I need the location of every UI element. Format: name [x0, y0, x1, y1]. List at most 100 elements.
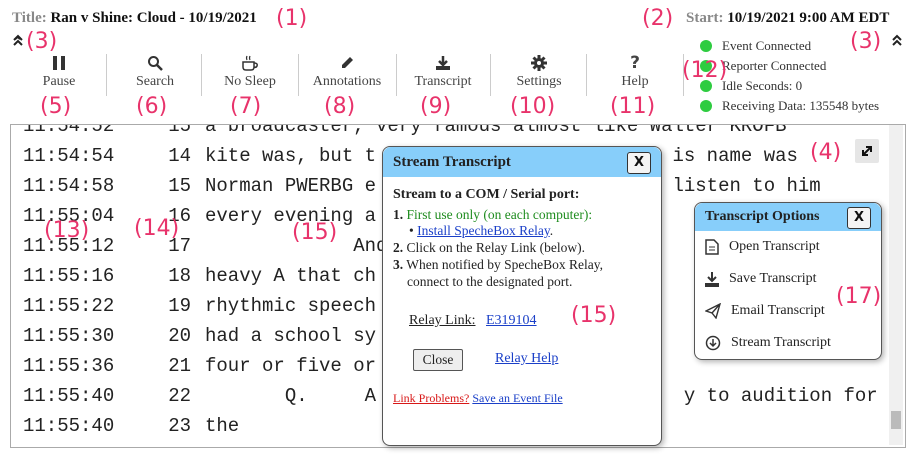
scrollbar[interactable]	[889, 125, 903, 445]
dialog-title-text: Stream Transcript	[393, 154, 511, 170]
row-line-number: 15	[168, 175, 191, 197]
email-transcript-label: Email Transcript	[731, 303, 825, 318]
marker-14: (14)	[134, 216, 180, 241]
row-line-number: 19	[168, 295, 191, 317]
marker-1: (1)	[276, 6, 308, 31]
row-time: 11:55:36	[23, 355, 115, 377]
search-icon	[148, 56, 163, 71]
marker-6: (6)	[136, 94, 168, 119]
marker-16: (15)	[571, 303, 617, 328]
close-button[interactable]: Close	[413, 349, 463, 371]
marker-7: (7)	[230, 94, 262, 119]
relay-code-link[interactable]: E319104	[486, 313, 537, 328]
transcript-row: 11:55:30 20 had a school sy	[23, 325, 376, 347]
row-line-number: 21	[168, 355, 191, 377]
gear-icon	[531, 55, 547, 71]
search-button[interactable]: Search	[118, 52, 192, 98]
separator	[490, 54, 491, 96]
search-label: Search	[135, 74, 175, 89]
install-relay-link[interactable]: Install SpecheBox Relay	[417, 223, 550, 238]
coffee-cup-icon	[242, 55, 258, 71]
step-1: 1. First use only (on each computer):	[393, 207, 592, 223]
expand-icon	[862, 146, 872, 156]
circle-down-icon	[705, 335, 721, 351]
status-receiving-text: Receiving Data: 135548 bytes	[722, 98, 880, 113]
step-2: 2. Click on the Relay Link (below).	[393, 240, 585, 256]
status-event-text: Event Connected	[722, 38, 812, 53]
install-item: • Install SpecheBox Relay.	[409, 223, 554, 238]
title-bar: Title: Ran v Shine: Cloud - 10/19/2021	[12, 10, 257, 27]
pause-icon	[53, 56, 65, 70]
collapse-right-button[interactable]	[891, 33, 903, 47]
marker-5: (5)	[40, 94, 72, 119]
row-line-number: 22	[168, 385, 191, 407]
email-transcript-item[interactable]: Email Transcript	[705, 303, 825, 319]
relay-link-label: Relay Link:	[409, 313, 476, 328]
marker-11: (11)	[610, 94, 656, 119]
annotations-label: Annotations	[312, 74, 382, 89]
options-title-text: Transcript Options	[705, 209, 820, 224]
separator	[586, 54, 587, 96]
save-event-file-link[interactable]: Save an Event File	[472, 391, 562, 405]
marker-4: (4)	[810, 140, 842, 165]
stream-transcript-item[interactable]: Stream Transcript	[705, 335, 831, 351]
row-text: heavy A that ch	[205, 265, 377, 287]
status-receiving: Receiving Data: 135548 bytes	[700, 98, 879, 114]
row-text: the	[205, 415, 240, 437]
link-problems-link[interactable]: Link Problems?	[393, 391, 469, 405]
save-transcript-item[interactable]: Save Transcript	[705, 271, 817, 287]
separator	[396, 54, 397, 96]
annotations-button[interactable]: Annotations	[304, 52, 390, 98]
row-time: 11:54:54	[23, 145, 115, 167]
start-label: Start:	[686, 10, 724, 26]
transcript-button[interactable]: Transcript	[405, 52, 481, 98]
collapse-left-button[interactable]	[12, 33, 24, 47]
status-idle-text: Idle Seconds: 0	[722, 78, 803, 93]
step-3: 3. When notified by SpecheBox Relay,	[393, 257, 603, 273]
dialog-title: Stream Transcript X	[383, 147, 661, 177]
no-sleep-button[interactable]: No Sleep	[213, 52, 287, 98]
help-button[interactable]: ? Help	[598, 52, 672, 98]
pause-button[interactable]: Pause	[22, 52, 96, 98]
step-3-cont: connect to the designated port.	[407, 274, 573, 289]
relay-link-row[interactable]: Relay Link: E319104	[409, 313, 537, 329]
document-icon	[705, 239, 719, 255]
settings-button[interactable]: Settings	[502, 52, 576, 98]
transcript-row: 11:55:36 21 four or five or	[23, 355, 376, 377]
step-1-text: First use only (on each computer):	[406, 207, 593, 222]
stream-transcript-label: Stream Transcript	[731, 335, 831, 350]
marker-12: (12)	[682, 58, 728, 83]
row-time: 11:55:40	[23, 415, 115, 437]
paper-plane-icon	[705, 303, 721, 319]
question-icon: ?	[630, 53, 640, 73]
row-text: every evening a	[205, 205, 377, 227]
marker-3a: (3)	[26, 29, 58, 54]
step-3-text: When notified by SpecheBox Relay,	[406, 257, 603, 272]
marker-17: (17)	[836, 284, 882, 309]
marker-15: (15)	[292, 220, 338, 245]
no-sleep-label: No Sleep	[224, 74, 276, 89]
transcript-row: 11:55:16 18 heavy A that ch	[23, 265, 376, 287]
settings-label: Settings	[516, 74, 562, 89]
transcript-label: Transcript	[414, 74, 472, 89]
row-line-number: 14	[168, 145, 191, 167]
title-label: Title:	[12, 10, 47, 26]
transcript-options-menu: Transcript Options X Open Transcript Sav…	[694, 202, 882, 360]
step-num: 1.	[393, 207, 404, 222]
status-light-icon	[700, 100, 712, 112]
event-title: Ran v Shine: Cloud - 10/19/2021	[50, 10, 257, 26]
close-options-button[interactable]: X	[847, 207, 871, 229]
stream-heading: Stream to a COM / Serial port:	[393, 187, 580, 202]
transcript-row: 11:55:40 23 the	[23, 415, 239, 437]
expand-button[interactable]	[855, 139, 879, 163]
open-transcript-item[interactable]: Open Transcript	[705, 239, 820, 255]
row-time: 11:54:58	[23, 175, 115, 197]
relay-help-link[interactable]: Relay Help	[495, 351, 558, 367]
link-problems-row: Link Problems? Save an Event File	[393, 391, 563, 406]
open-transcript-label: Open Transcript	[729, 239, 820, 254]
row-time: 11:55:30	[23, 325, 115, 347]
close-dialog-button[interactable]: X	[627, 152, 651, 174]
marker-13: (13)	[44, 218, 90, 243]
save-transcript-label: Save Transcript	[729, 271, 817, 286]
scrollbar-thumb[interactable]	[891, 411, 901, 429]
